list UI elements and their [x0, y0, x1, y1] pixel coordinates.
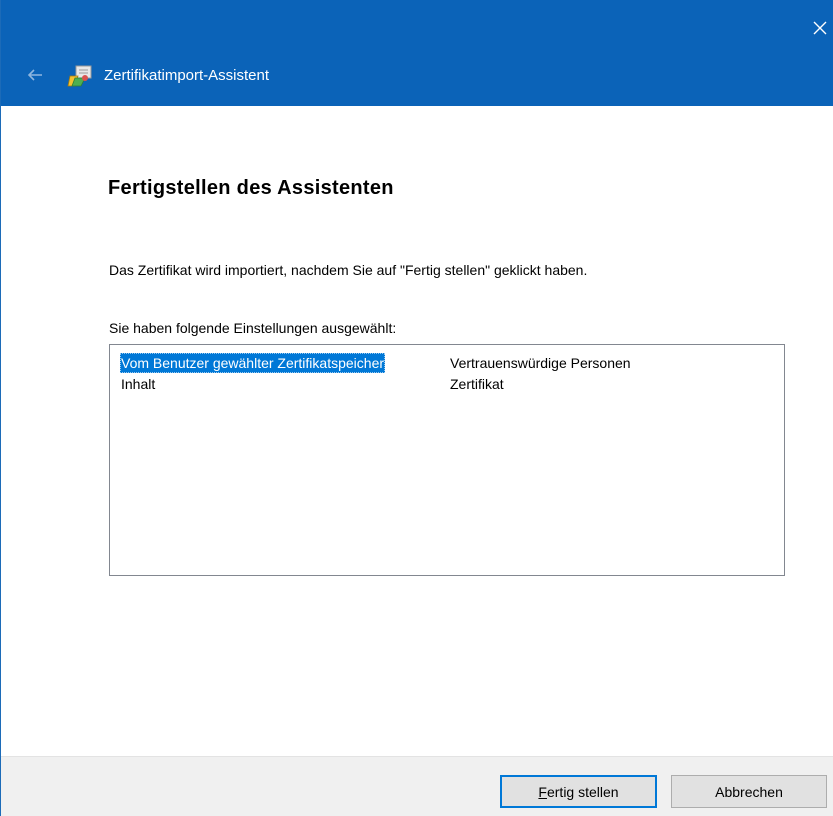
close-button[interactable] — [806, 8, 833, 48]
description-text: Das Zertifikat wird importiert, nachdem … — [109, 262, 588, 278]
settings-list[interactable]: Vom Benutzer gewählter Zertifikatspeiche… — [109, 344, 785, 576]
settings-row-key: Vom Benutzer gewählter Zertifikatspeiche… — [120, 353, 386, 373]
settings-row-value: Vertrauenswürdige Personen — [450, 355, 631, 371]
back-button[interactable] — [25, 65, 45, 85]
finish-button-mnemonic: F — [538, 783, 547, 800]
settings-row-key: Inhalt — [121, 376, 156, 392]
button-bar: Fertig stellen Abbrechen — [1, 756, 833, 816]
title-bar: Zertifikatimport-Assistent — [1, 0, 833, 106]
page-heading: Fertigstellen des Assistenten — [108, 177, 394, 199]
close-icon — [813, 21, 827, 35]
settings-label: Sie haben folgende Einstellungen ausgewä… — [109, 320, 397, 336]
finish-button-text: ertig stellen — [546, 783, 619, 800]
window-title: Zertifikatimport-Assistent — [104, 67, 270, 84]
back-arrow-icon — [27, 69, 42, 81]
cancel-button[interactable]: Abbrechen — [671, 775, 827, 808]
finish-button[interactable]: Fertig stellen — [500, 775, 657, 808]
finish-button-label: Fertig stellen — [538, 784, 618, 800]
settings-row-value: Zertifikat — [450, 376, 504, 392]
certificate-icon — [67, 64, 93, 88]
wizard-window: Zertifikatimport-Assistent Fertigstellen… — [0, 0, 833, 816]
